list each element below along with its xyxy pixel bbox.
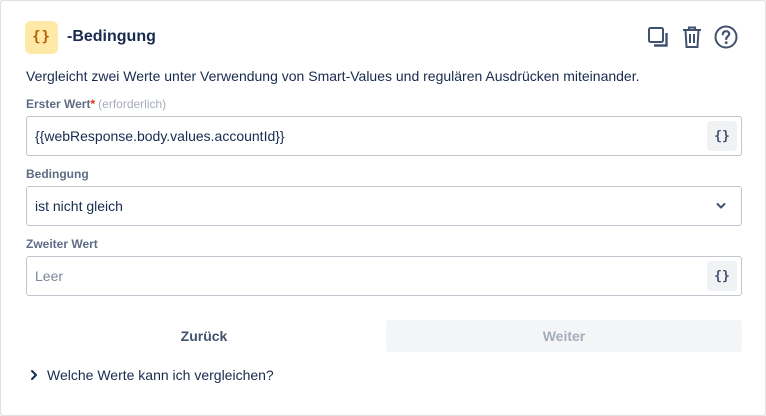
required-mark: * xyxy=(90,97,96,111)
faq-label: Welche Werte kann ich vergleichen? xyxy=(47,367,274,383)
second-value-label: Zweiter Wert xyxy=(26,237,98,251)
condition-select[interactable]: ist nicht gleich xyxy=(26,186,742,226)
next-button[interactable]: Weiter xyxy=(386,320,742,352)
first-value-label: Erster Wert* (erforderlich) xyxy=(26,97,166,111)
second-value-input[interactable]: Leer xyxy=(35,268,63,284)
duplicate-button[interactable] xyxy=(645,24,671,50)
chevron-right-icon xyxy=(31,370,37,380)
required-hint: (erforderlich) xyxy=(98,97,167,111)
help-button[interactable] xyxy=(713,24,739,50)
card-description: Vergleicht zwei Werte unter Verwendung v… xyxy=(26,68,640,84)
condition-card: {} -Bedingung Vergleicht zwei Werte unte… xyxy=(0,0,766,416)
smart-value-button-2[interactable]: {} xyxy=(707,261,737,291)
trash-icon xyxy=(683,26,701,48)
smart-value-button[interactable]: {} xyxy=(707,121,737,151)
duplicate-icon xyxy=(648,27,668,47)
card-title: -Bedingung xyxy=(67,28,156,45)
first-value-input[interactable]: {{webResponse.body.values.accountId}} xyxy=(35,128,285,144)
faq-expander[interactable]: Welche Werte kann ich vergleichen? xyxy=(29,367,274,383)
first-value-field[interactable]: {{webResponse.body.values.accountId}} {} xyxy=(26,116,742,156)
back-button[interactable]: Zurück xyxy=(26,320,382,352)
second-value-field[interactable]: Leer {} xyxy=(26,256,742,296)
chevron-down-icon xyxy=(716,203,726,209)
condition-label: Bedingung xyxy=(26,167,89,181)
header-actions xyxy=(645,24,739,50)
condition-selected-value: ist nicht gleich xyxy=(35,198,123,214)
first-value-label-text: Erster Wert xyxy=(26,97,91,111)
delete-button[interactable] xyxy=(679,24,705,50)
braces-icon: {} xyxy=(25,20,58,54)
card-header: {} -Bedingung xyxy=(25,20,739,54)
help-icon xyxy=(714,25,738,49)
